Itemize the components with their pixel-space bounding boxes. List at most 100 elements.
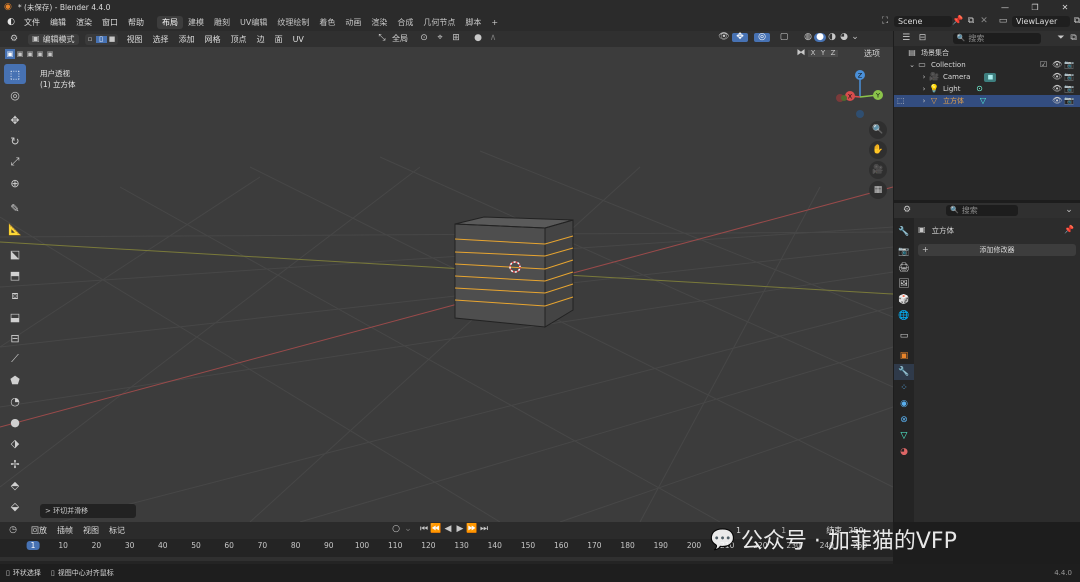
tab-layout[interactable]: 布局 xyxy=(157,16,183,29)
tab-shading[interactable]: 着色 xyxy=(314,16,340,29)
output-tab-icon[interactable]: 🖨 xyxy=(894,260,914,276)
tab-animation[interactable]: 动画 xyxy=(340,16,366,29)
menu-mesh[interactable]: 网格 xyxy=(200,34,226,45)
properties-editor-type-icon[interactable]: ⚙ xyxy=(898,206,916,215)
world-tab-icon[interactable]: 🌐 xyxy=(894,308,914,324)
gizmo-y-label[interactable]: Y xyxy=(875,92,880,100)
gizmo-x-label[interactable]: X xyxy=(848,93,853,101)
smooth-tool-icon[interactable]: ● xyxy=(4,412,26,432)
scale-tool-icon[interactable]: ⤢ xyxy=(4,152,26,172)
tab-geometry-nodes[interactable]: 几何节点 xyxy=(418,16,460,29)
minimize-button[interactable]: — xyxy=(990,0,1020,14)
extrude-tool-icon[interactable]: ⬒ xyxy=(4,265,26,285)
last-operator-panel[interactable]: > 环切并滑移 xyxy=(40,504,136,518)
measure-tool-icon[interactable]: 📐 xyxy=(4,219,26,239)
navigation-gizmo[interactable]: Z Y X xyxy=(832,67,888,123)
solid-shading-icon[interactable]: ● xyxy=(814,33,826,42)
scene-icon[interactable]: ⛶ xyxy=(876,17,894,26)
move-tool-icon[interactable]: ✥ xyxy=(4,110,26,130)
cube-render-icon[interactable]: 📷 xyxy=(1064,97,1074,105)
material-tab-icon[interactable]: ◕ xyxy=(894,444,914,460)
tab-scripting[interactable]: 脚本 xyxy=(460,16,486,29)
constraints-tab-icon[interactable]: ⊗ xyxy=(894,412,914,428)
tab-rendering[interactable]: 渲染 xyxy=(366,16,392,29)
camera-view-icon[interactable]: 🎥 xyxy=(869,161,887,179)
tab-compositing[interactable]: 合成 xyxy=(392,16,418,29)
collection-render-icon[interactable]: 📷 xyxy=(1064,61,1074,69)
collection-checkbox-icon[interactable]: ☑ xyxy=(1040,61,1047,69)
falloff-icon[interactable]: ∧ xyxy=(486,34,500,43)
edge-select-icon[interactable]: ▯ xyxy=(95,35,107,43)
menu-face[interactable]: 面 xyxy=(270,34,288,45)
jump-end-icon[interactable]: ⏭ xyxy=(478,525,490,534)
proportional-edit-icon[interactable]: ● xyxy=(470,34,486,43)
menu-keying[interactable]: 插帧 xyxy=(52,525,78,536)
rotate-tool-icon[interactable]: ↻ xyxy=(4,131,26,151)
menu-playback[interactable]: 回放 xyxy=(26,525,52,536)
menu-timeline-view[interactable]: 视图 xyxy=(78,525,104,536)
xray-toggle-icon[interactable]: ▢ xyxy=(776,33,792,42)
scene-collection-row[interactable]: ▤ 场景集合 xyxy=(894,47,1080,59)
mirror-z-toggle[interactable]: Z xyxy=(828,50,838,57)
spin-tool-icon[interactable]: ◔ xyxy=(4,391,26,411)
tab-uv-editing[interactable]: UV编辑 xyxy=(235,16,272,29)
camera-render-icon[interactable]: 📷 xyxy=(1064,73,1074,81)
view-layer-selector[interactable]: ViewLayer xyxy=(1012,16,1070,27)
visibility-icon[interactable]: 👁 xyxy=(716,33,732,42)
vertex-select-icon[interactable]: ▫ xyxy=(85,35,96,43)
scene-tab-icon[interactable]: 🎲 xyxy=(894,292,914,308)
filter-icon[interactable]: ⏷ xyxy=(1055,34,1068,43)
display-mode-icon[interactable]: ⊟ xyxy=(914,34,930,43)
editor-type-icon[interactable]: ⚙ xyxy=(4,34,24,44)
menu-uv[interactable]: UV xyxy=(288,35,309,44)
outliner-item-light[interactable]: › 💡 Light ⊙ 👁 📷 xyxy=(894,83,1080,95)
light-visibility-icon[interactable]: 👁 xyxy=(1052,85,1062,93)
play-icon[interactable]: ▶ xyxy=(454,525,466,534)
tool-tab-icon[interactable]: 🔧 xyxy=(894,224,914,240)
add-cube-tool-icon[interactable]: ⬕ xyxy=(4,244,26,264)
options-menu[interactable]: 选项 xyxy=(864,48,880,59)
wireframe-shading-icon[interactable]: ◍ xyxy=(802,33,814,42)
light-render-icon[interactable]: 📷 xyxy=(1064,85,1074,93)
close-button[interactable]: ✕ xyxy=(1050,0,1080,14)
mirror-y-toggle[interactable]: Y xyxy=(818,50,828,57)
pin-icon[interactable]: 📌 xyxy=(952,17,964,26)
collection-row[interactable]: ⌄ ▭ Collection ☑ 👁 📷 xyxy=(894,59,1080,71)
expand-arrow-icon[interactable]: › xyxy=(920,85,928,93)
menu-add[interactable]: 添加 xyxy=(174,34,200,45)
current-frame-marker[interactable]: 1 xyxy=(26,541,40,550)
object-tab-icon[interactable]: ▣ xyxy=(894,348,914,364)
outliner-item-cube[interactable]: ⬚ › ▽ 立方体 ▽ 👁 📷 xyxy=(894,95,1080,107)
delete-scene-icon[interactable]: ✕ xyxy=(978,17,990,26)
collection-tab-icon[interactable]: ▭ xyxy=(894,328,914,344)
keying-options-icon[interactable]: ⌄ xyxy=(402,525,414,534)
inset-tool-icon[interactable]: ⧈ xyxy=(4,286,26,306)
expand-arrow-icon[interactable]: › xyxy=(920,97,928,105)
face-select-icon[interactable]: ■ xyxy=(107,35,118,43)
new-scene-icon[interactable]: ⧉ xyxy=(964,17,978,26)
properties-options-icon[interactable]: ⌄ xyxy=(1062,206,1076,215)
transform-orientation-selector[interactable]: 全局 xyxy=(388,33,412,44)
select-invert-icon[interactable]: ▣ xyxy=(35,49,45,59)
menu-help[interactable]: 帮助 xyxy=(123,17,149,28)
select-new-icon[interactable]: ▣ xyxy=(5,49,15,59)
menu-edit[interactable]: 编辑 xyxy=(45,17,71,28)
next-keyframe-icon[interactable]: ⏩ xyxy=(466,525,478,534)
menu-marker[interactable]: 标记 xyxy=(104,525,130,536)
mode-selector[interactable]: ▣ 编辑模式 xyxy=(28,33,79,45)
menu-vertex[interactable]: 顶点 xyxy=(226,34,252,45)
collection-visibility-icon[interactable]: 👁 xyxy=(1052,61,1062,69)
menu-view[interactable]: 视图 xyxy=(122,34,148,45)
outliner-search-input[interactable]: 🔍 搜索 xyxy=(952,33,1041,44)
poly-build-tool-icon[interactable]: ⬟ xyxy=(4,370,26,390)
particles-tab-icon[interactable]: ⁘ xyxy=(894,380,914,396)
tab-texture-paint[interactable]: 纹理绘制 xyxy=(272,16,314,29)
expand-chevron-icon[interactable]: ⌄ xyxy=(908,61,916,69)
view-layer-icon[interactable]: ▭ xyxy=(994,17,1012,26)
maximize-button[interactable]: ❐ xyxy=(1020,0,1050,14)
rip-region-tool-icon[interactable]: ⬙ xyxy=(4,496,26,516)
pan-hand-icon[interactable]: ✋ xyxy=(869,141,887,159)
shear-tool-icon[interactable]: ⬘ xyxy=(4,475,26,495)
annotate-tool-icon[interactable]: ✎ xyxy=(4,198,26,218)
select-subtract-icon[interactable]: ▣ xyxy=(25,49,35,59)
